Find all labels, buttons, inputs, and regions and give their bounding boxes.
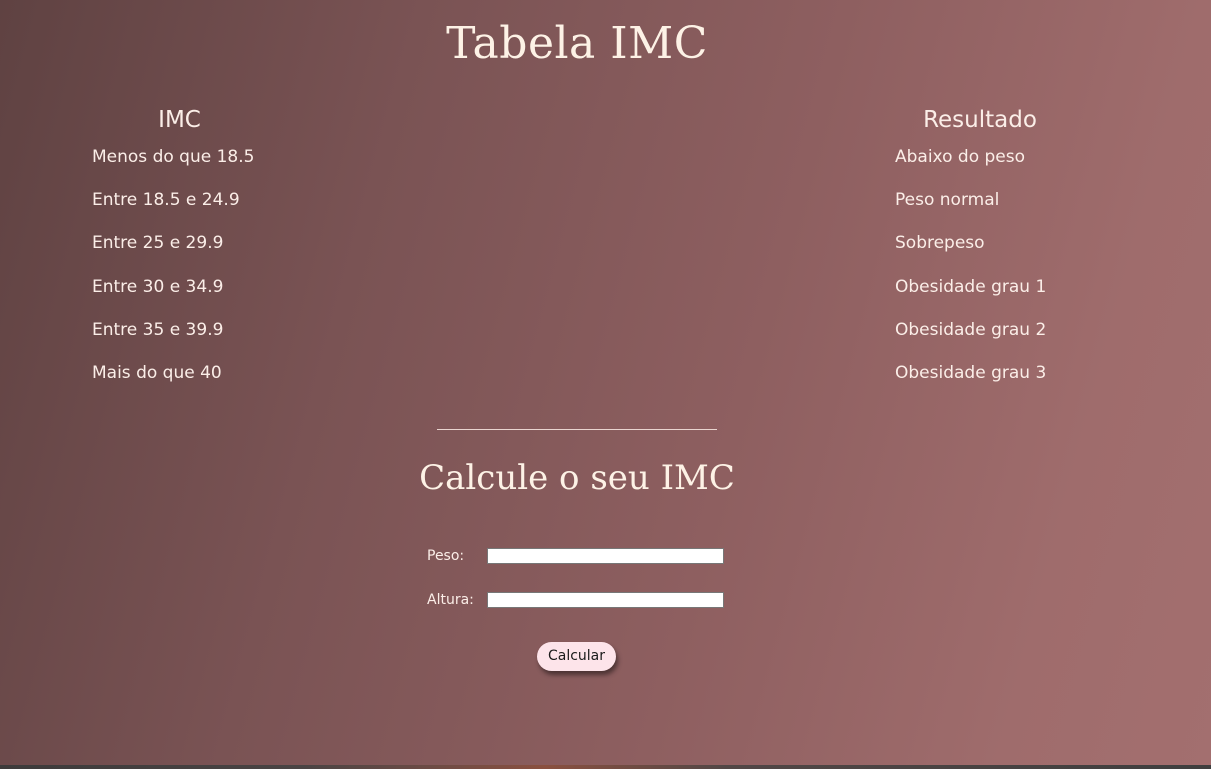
- page-title: Tabela IMC: [446, 18, 708, 69]
- calculate-button[interactable]: Calcular: [537, 642, 616, 671]
- imc-column-header: IMC: [158, 107, 201, 133]
- imc-range-item: Entre 35 e 39.9: [92, 319, 224, 340]
- imc-range-item: Entre 30 e 34.9: [92, 276, 224, 297]
- imc-list: Menos do que 18.5 Entre 18.5 e 24.9 Entr…: [92, 147, 267, 406]
- peso-label: Peso:: [427, 548, 465, 564]
- result-item: Obesidade grau 2: [895, 319, 1047, 340]
- imc-range-item: Menos do que 18.5: [92, 147, 255, 167]
- result-item: Obesidade grau 3: [895, 362, 1047, 383]
- imc-range-item: Mais do que 40: [92, 362, 222, 383]
- section-divider: [437, 429, 717, 430]
- altura-input[interactable]: [487, 592, 724, 608]
- result-column: Resultado Abaixo do peso Peso normal Sob…: [895, 104, 1065, 406]
- result-item: Obesidade grau 1: [895, 276, 1047, 297]
- result-item: Abaixo do peso: [895, 147, 1026, 167]
- imc-range-item: Entre 25 e 29.9: [92, 233, 224, 254]
- result-list: Abaixo do peso Peso normal Sobrepeso Obe…: [895, 147, 1065, 406]
- result-item: Peso normal: [895, 190, 1000, 211]
- imc-column: IMC Menos do que 18.5 Entre 18.5 e 24.9 …: [92, 104, 267, 406]
- calculator-title: Calcule o seu IMC: [419, 458, 735, 498]
- peso-input[interactable]: [487, 548, 724, 564]
- result-item: Sobrepeso: [895, 233, 985, 254]
- altura-label: Altura:: [427, 592, 474, 608]
- bottom-image-strip: [0, 765, 1211, 769]
- result-column-header: Resultado: [923, 107, 1037, 133]
- imc-range-item: Entre 18.5 e 24.9: [92, 190, 240, 211]
